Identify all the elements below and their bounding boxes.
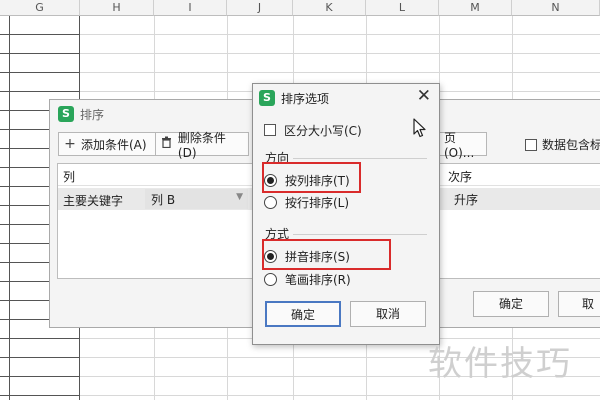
sort-dialog-titlebar: S 排序 <box>58 104 104 124</box>
column-header-label: 列 <box>63 170 76 184</box>
sort-dialog-title: 排序 <box>80 107 105 122</box>
wps-logo-icon: S <box>259 90 275 106</box>
case-sensitive-label: 区分大小写(C) <box>284 123 362 138</box>
order-select[interactable]: 升序 <box>448 189 598 209</box>
delete-condition-label: 删除条件(D) <box>177 130 226 160</box>
sort-options-dialog: S 排序选项 ✕ 区分大小写(C) 方向 按列排序(T) 按行排序(L) 方式 … <box>252 83 440 345</box>
column-header-h[interactable]: H <box>80 0 154 16</box>
column-border <box>9 16 10 400</box>
radio-stroke-sort[interactable]: 笔画排序(R) <box>264 270 351 288</box>
radio-button[interactable] <box>264 272 277 286</box>
row-border <box>0 34 80 35</box>
radio-label: 笔画排序(R) <box>285 272 351 287</box>
wps-logo-icon: S <box>58 106 74 122</box>
row-border <box>0 72 80 73</box>
sort-options-title: 排序选项 <box>281 91 330 106</box>
data-has-header-label: 数据包含标 <box>542 138 600 152</box>
row-border <box>80 72 600 73</box>
method-highlight-box <box>262 239 391 270</box>
delete-condition-button[interactable]: 删除条件(D) <box>155 131 249 160</box>
row-border <box>80 53 600 54</box>
close-icon[interactable]: ✕ <box>417 86 431 106</box>
watermark-text: 软件技巧 <box>428 344 572 384</box>
group-divider <box>293 158 427 159</box>
column-select-value: 列 B <box>151 192 176 207</box>
column-select[interactable]: 列 B ▼ <box>145 189 248 209</box>
options-button-label: 页(O)... <box>444 130 475 160</box>
mouse-cursor-icon <box>413 118 427 141</box>
row-border <box>80 34 600 35</box>
radio-sort-by-row[interactable]: 按行排序(L) <box>264 193 349 211</box>
sort-ok-button[interactable]: 确定 <box>473 291 549 317</box>
options-ok-button[interactable]: 确定 <box>265 301 341 327</box>
trash-icon <box>160 136 174 152</box>
row-border <box>80 395 600 396</box>
row-border <box>0 91 80 92</box>
checkbox-box[interactable] <box>264 124 276 136</box>
case-sensitive-checkbox[interactable]: 区分大小写(C) <box>264 121 362 139</box>
order-select-value: 升序 <box>454 192 479 207</box>
column-header-j[interactable]: J <box>227 0 293 16</box>
column-header-g[interactable]: G <box>0 0 80 16</box>
add-condition-button[interactable]: + 添加条件(A) <box>58 132 156 156</box>
radio-label: 按行排序(L) <box>285 195 350 210</box>
options-button[interactable]: 页(O)... <box>439 131 487 160</box>
primary-key-label: 主要关键字 <box>63 194 124 208</box>
sort-options-titlebar: S 排序选项 <box>259 88 329 108</box>
row-border <box>0 338 80 339</box>
column-header-k[interactable]: K <box>293 0 366 16</box>
data-has-header-checkbox[interactable]: 数据包含标 <box>525 136 600 153</box>
radio-button[interactable] <box>264 195 277 209</box>
row-border <box>0 376 80 377</box>
plus-icon: + <box>64 136 76 152</box>
order-header-label: 次序 <box>448 170 473 184</box>
sort-cancel-button[interactable]: 取 <box>558 291 600 317</box>
row-border <box>0 53 80 54</box>
row-border <box>0 357 80 358</box>
checkbox-box[interactable] <box>525 138 537 151</box>
column-header-l[interactable]: L <box>366 0 439 16</box>
direction-highlight-box <box>262 162 361 193</box>
column-header-i[interactable]: I <box>154 0 227 16</box>
column-header-n[interactable]: N <box>512 0 600 16</box>
row-border <box>0 395 80 396</box>
column-header-m[interactable]: M <box>439 0 512 16</box>
group-divider <box>293 234 427 235</box>
add-condition-label: 添加条件(A) <box>81 137 147 152</box>
options-cancel-button[interactable]: 取消 <box>350 301 426 327</box>
chevron-down-icon: ▼ <box>236 192 243 202</box>
